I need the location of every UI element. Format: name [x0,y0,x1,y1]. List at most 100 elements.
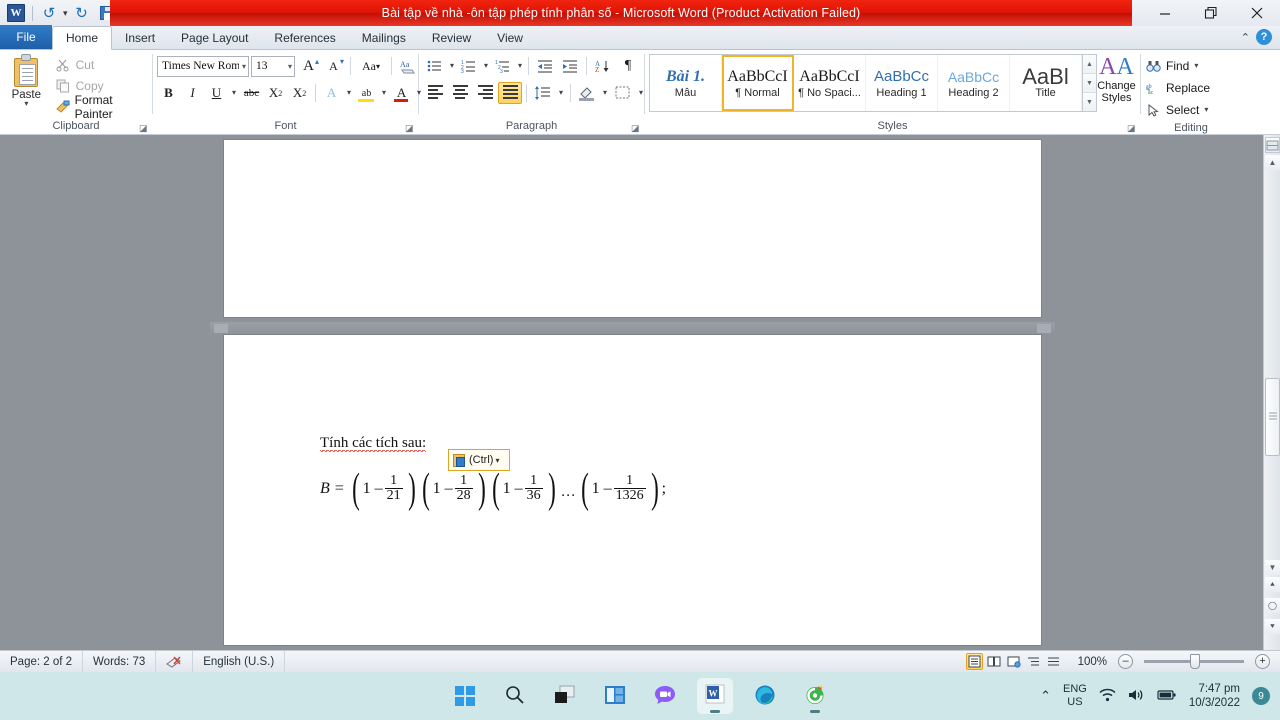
web-layout-view-button[interactable] [1006,653,1023,670]
paste-button[interactable]: Paste ▾ [4,52,49,108]
tray-clock[interactable]: 7:47 pm 10/3/2022 [1189,682,1240,710]
strikethrough-button[interactable]: abc [240,82,263,104]
tab-view[interactable]: View [484,26,536,49]
change-styles-button[interactable]: AA Change Styles [1097,52,1136,104]
numbering-button[interactable]: 123 [457,55,481,77]
font-size-dropdown-icon[interactable]: ▾ [285,62,292,71]
select-browse-object-button[interactable]: ◯ [1265,598,1280,613]
decrease-indent-button[interactable] [533,55,557,77]
full-screen-reading-view-button[interactable] [986,653,1003,670]
zoom-level-label[interactable]: 100% [1066,656,1115,668]
wifi-icon[interactable] [1099,688,1116,705]
tab-review[interactable]: Review [419,26,484,49]
collapse-ribbon-icon[interactable]: ⌃ [1241,31,1250,44]
status-proofing-icon[interactable] [156,650,194,673]
document-body-text[interactable]: Tính các tích sau: B = ( 1 – 1 21 ) (1 … [320,435,940,510]
help-icon[interactable]: ? [1256,29,1272,45]
search-button[interactable] [497,678,533,714]
increase-indent-button[interactable] [558,55,582,77]
style-item-mau[interactable]: Bài 1. Mẫu [650,55,722,111]
tray-chevron-icon[interactable]: ⌃ [1040,688,1051,704]
font-name-dropdown-icon[interactable]: ▾ [239,62,246,71]
font-name-combo[interactable]: Times New Rom ▾ [157,55,249,77]
outline-view-button[interactable] [1026,653,1043,670]
text-effects-dropdown-icon[interactable]: ▾ [344,89,354,97]
cut-button[interactable]: Cut [55,55,148,74]
justify-button[interactable] [498,82,522,104]
word-taskbar-button[interactable]: W [697,678,733,714]
start-button[interactable] [447,678,483,714]
style-item-normal[interactable]: AaBbCcI ¶ Normal [722,55,794,111]
italic-button[interactable]: I [181,82,204,104]
align-left-button[interactable] [423,82,447,104]
line-spacing-dropdown-icon[interactable]: ▾ [556,89,566,97]
widgets-button[interactable] [597,678,633,714]
tray-language[interactable]: ENG US [1063,683,1087,709]
align-center-button[interactable] [448,82,472,104]
undo-dropdown-icon[interactable]: ▾ [63,8,68,19]
print-layout-view-button[interactable] [965,653,983,670]
zoom-in-button[interactable]: + [1255,654,1270,669]
underline-button[interactable]: U [205,82,228,104]
status-page-indicator[interactable]: Page: 2 of 2 [0,650,84,673]
minimize-button[interactable] [1142,0,1188,26]
multilevel-dropdown-icon[interactable]: ▾ [516,62,524,70]
subscript-button[interactable]: X2 [264,82,287,104]
styles-scroll-up-button[interactable]: ▲ [1083,55,1096,74]
undo-button[interactable]: ↺ [38,2,60,24]
styles-more-button[interactable]: ▼ [1083,93,1096,111]
styles-scroll-down-button[interactable]: ▼ [1083,74,1096,93]
bold-button[interactable]: B [157,82,180,104]
line-spacing-button[interactable] [531,82,555,104]
paste-dropdown-icon[interactable]: ▾ [24,100,28,108]
sort-button[interactable]: AZ [591,55,615,77]
select-button[interactable]: Select ▾ [1145,100,1210,120]
redo-button[interactable]: ↻ [71,2,93,24]
bullets-button[interactable] [423,55,447,77]
replace-button[interactable]: ab ac Replace [1145,78,1210,98]
shading-button[interactable] [575,82,599,104]
format-painter-button[interactable]: Format Painter [55,93,148,121]
close-button[interactable] [1234,0,1280,26]
zoom-out-button[interactable]: – [1118,654,1133,669]
scroll-down-button[interactable]: ▼ [1265,560,1280,575]
paste-options-dropdown-icon[interactable]: ▾ [495,456,499,465]
tab-file[interactable]: File [0,25,52,49]
grow-font-button[interactable]: A ▴ [297,55,320,77]
text-effects-button[interactable]: A [320,82,343,104]
clipboard-dialog-launcher[interactable]: ◪ [139,123,150,134]
find-button[interactable]: Find ▾ [1145,56,1210,76]
edge-taskbar-button[interactable] [747,678,783,714]
tab-home[interactable]: Home [52,26,113,50]
restore-button[interactable] [1188,0,1234,26]
tray-notification-badge[interactable]: 9 [1252,687,1270,705]
scrollbar-thumb[interactable] [1265,378,1280,456]
borders-button[interactable] [611,82,635,104]
draft-view-button[interactable] [1046,653,1063,670]
select-dropdown-icon[interactable]: ▾ [1204,106,1208,114]
clear-formatting-button[interactable]: Aa [397,55,420,77]
find-dropdown-icon[interactable]: ▾ [1194,62,1198,70]
bullets-dropdown-icon[interactable]: ▾ [448,62,456,70]
word-logo-icon[interactable]: W [5,2,27,24]
style-item-heading-2[interactable]: AaBbCc Heading 2 [938,55,1010,111]
status-language[interactable]: English (U.S.) [193,650,286,673]
underline-dropdown-icon[interactable]: ▾ [229,89,239,97]
tab-mailings[interactable]: Mailings [349,26,419,49]
status-word-count[interactable]: Words: 73 [83,650,157,673]
font-color-button[interactable]: A [390,82,413,104]
text-highlight-button[interactable]: ab [355,82,378,104]
vertical-scrollbar[interactable]: ▲ ▼ ⯅ ◯ ⯆ [1263,135,1280,650]
multilevel-list-button[interactable]: 123 [491,55,515,77]
style-item-title[interactable]: AaBl Title [1010,55,1082,111]
styles-dialog-launcher[interactable]: ◪ [1127,123,1138,134]
numbering-dropdown-icon[interactable]: ▾ [482,62,490,70]
green-app-taskbar-button[interactable] [797,678,833,714]
document-page-1[interactable] [224,140,1041,317]
shrink-font-button[interactable]: A ▾ [322,55,345,77]
paste-options-button[interactable]: (Ctrl) ▾ [448,449,510,471]
volume-icon[interactable] [1128,688,1145,705]
change-case-button[interactable]: Aa ▾ [356,55,386,77]
scroll-up-button[interactable]: ▲ [1265,155,1280,170]
tab-page-layout[interactable]: Page Layout [168,26,261,49]
